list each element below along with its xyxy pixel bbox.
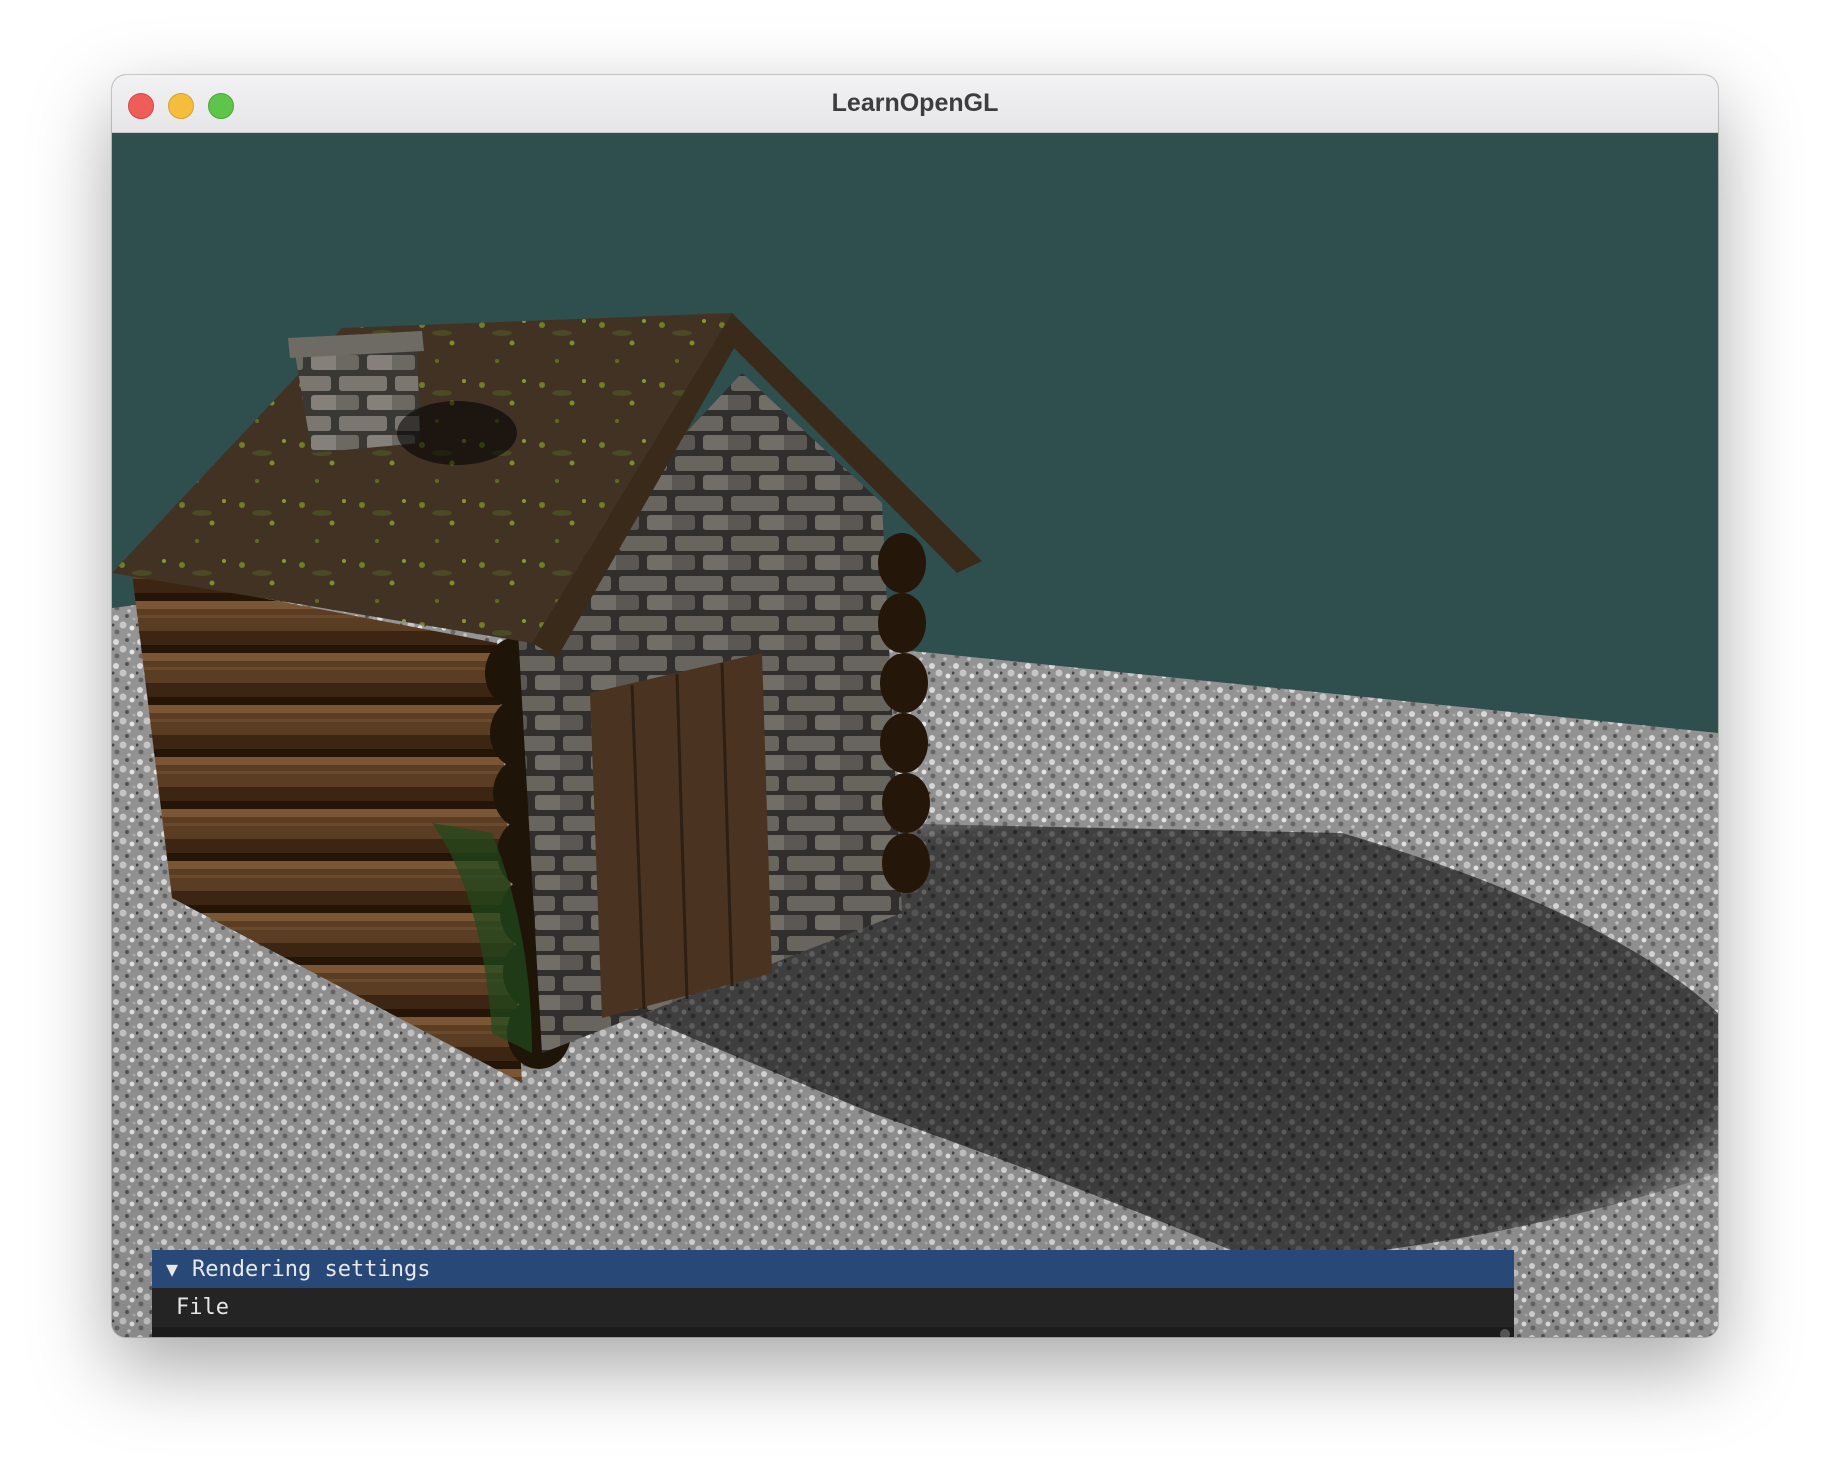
- collapse-arrow-icon[interactable]: ▼: [166, 1257, 178, 1281]
- title-bar[interactable]: LearnOpenGL: [112, 75, 1718, 133]
- rendering-settings-header[interactable]: ▼ Rendering settings: [152, 1250, 1514, 1288]
- opengl-viewport[interactable]: [112, 133, 1718, 1337]
- menu-file[interactable]: File: [176, 1295, 229, 1320]
- resize-grip-icon[interactable]: [1500, 1329, 1510, 1337]
- imgui-menubar: File: [152, 1288, 1514, 1327]
- window-title: LearnOpenGL: [831, 89, 999, 117]
- imgui-panel: ▼ Rendering settings File: [152, 1250, 1514, 1337]
- imgui-body: [152, 1327, 1514, 1337]
- rendered-scene: [112, 133, 1718, 1337]
- panel-title: Rendering settings: [192, 1257, 431, 1282]
- app-window: LearnOpenGL ▼ Rendering settings File: [112, 75, 1718, 1337]
